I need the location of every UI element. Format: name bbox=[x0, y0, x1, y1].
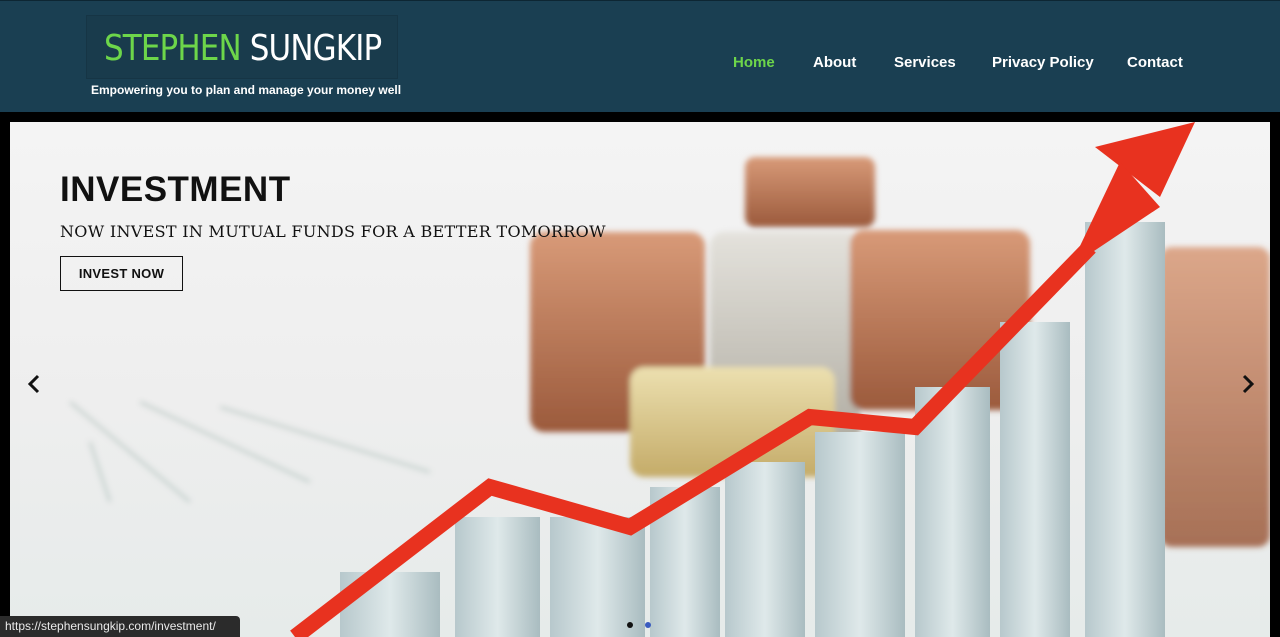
invest-now-button[interactable]: INVEST NOW bbox=[60, 256, 183, 291]
chevron-right-icon bbox=[1242, 374, 1255, 394]
slider-dot-1[interactable] bbox=[627, 622, 633, 628]
nav-services[interactable]: Services bbox=[894, 54, 956, 71]
chevron-left-icon bbox=[27, 374, 40, 394]
nav-contact[interactable]: Contact bbox=[1127, 54, 1183, 71]
site-header: STEPHEN SUNGKIP Empowering you to plan a… bbox=[0, 0, 1280, 112]
nav-about[interactable]: About bbox=[813, 54, 856, 71]
hero-slider: INVESTMENT NOW INVEST IN MUTUAL FUNDS FO… bbox=[10, 122, 1270, 637]
nav-home[interactable]: Home bbox=[733, 54, 775, 71]
slider-pagination bbox=[627, 622, 657, 630]
nav-privacy-policy[interactable]: Privacy Policy bbox=[992, 54, 1094, 71]
slide-title: INVESTMENT bbox=[60, 170, 291, 209]
slide-subtitle: NOW INVEST IN MUTUAL FUNDS FOR A BETTER … bbox=[60, 222, 606, 241]
status-bar-url: https://stephensungkip.com/investment/ bbox=[0, 616, 240, 637]
slider-prev-button[interactable] bbox=[20, 370, 48, 398]
slider-next-button[interactable] bbox=[1234, 370, 1262, 398]
tagline: Empowering you to plan and manage your m… bbox=[91, 83, 402, 97]
slider-dot-2[interactable] bbox=[645, 622, 651, 628]
main-nav: Home About Services Privacy Policy Conta… bbox=[0, 54, 1280, 76]
